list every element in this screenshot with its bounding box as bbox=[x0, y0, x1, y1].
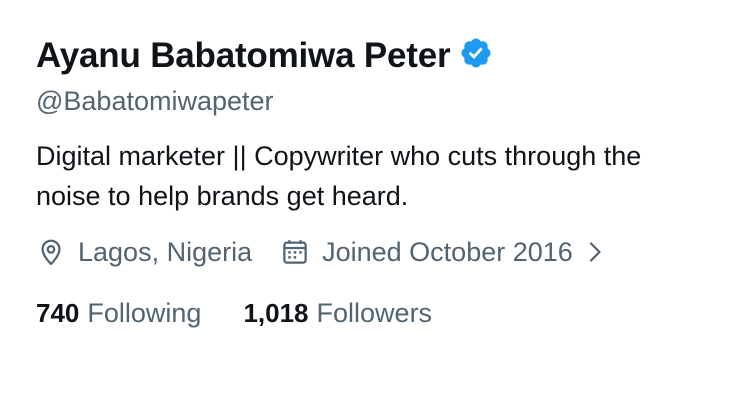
location-item: Lagos, Nigeria bbox=[36, 237, 252, 268]
followers-count: 1,018 bbox=[243, 298, 309, 328]
calendar-icon bbox=[280, 237, 310, 267]
followers-link[interactable]: 1,018 Followers bbox=[243, 298, 432, 329]
followers-label: Followers bbox=[316, 298, 433, 328]
verified-badge-icon[interactable] bbox=[459, 36, 493, 70]
following-label: Following bbox=[87, 298, 202, 328]
map-pin-icon bbox=[36, 237, 66, 267]
joined-text: Joined October 2016 bbox=[322, 236, 573, 267]
display-name: Ayanu Babatomiwa Peter bbox=[36, 36, 451, 75]
following-link[interactable]: 740 Following bbox=[36, 298, 201, 329]
location-text: Lagos, Nigeria bbox=[78, 236, 253, 267]
profile-header: Ayanu Babatomiwa Peter @Babatomiwapeter … bbox=[0, 0, 750, 408]
joined-item[interactable]: Joined October 2016 bbox=[280, 237, 607, 268]
chevron-right-icon[interactable] bbox=[583, 240, 607, 264]
name-row: Ayanu Babatomiwa Peter bbox=[36, 30, 714, 82]
profile-meta: Lagos, Nigeria Joined October 2016 bbox=[36, 234, 714, 270]
following-count: 740 bbox=[36, 298, 80, 328]
follow-stats: 740 Following 1,018 Followers bbox=[36, 298, 714, 329]
profile-bio: Digital marketer || Copywriter who cuts … bbox=[36, 141, 642, 211]
user-handle: @Babatomiwapeter bbox=[36, 86, 274, 116]
